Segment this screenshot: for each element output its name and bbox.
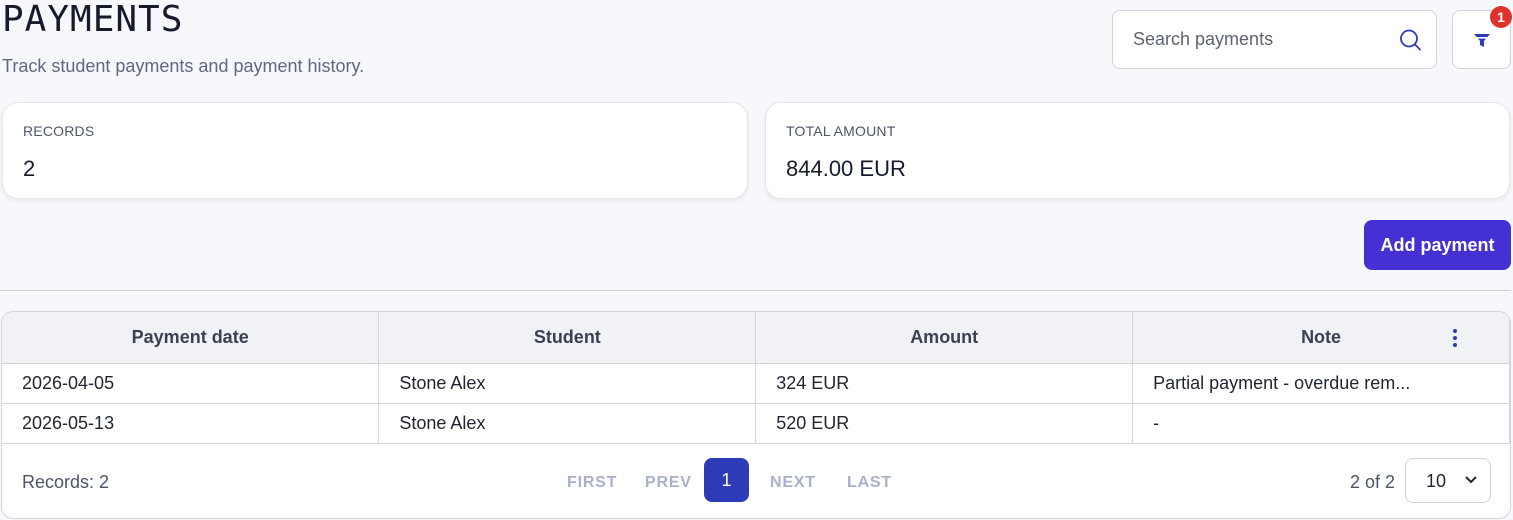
cell-amount: 520 EUR — [755, 403, 1134, 444]
cell-payment-date: 2026-05-13 — [2, 403, 380, 444]
kebab-menu-icon[interactable] — [1445, 327, 1465, 349]
page-title: PAYMENTS — [2, 0, 184, 40]
total-amount-stat-card: TOTAL AMOUNT 844.00 EUR — [765, 102, 1510, 199]
records-count-text: Records: 2 — [22, 472, 110, 492]
page-size-value: 10 — [1426, 471, 1447, 491]
records-stat-value: 2 — [23, 156, 36, 181]
table-row[interactable]: 2026-04-05 Stone Alex 324 EUR Partial pa… — [2, 363, 1510, 404]
funnel-icon — [1473, 33, 1490, 47]
table-footer: Records: 2 FIRST PREV 1 NEXT LAST 2 of 2… — [2, 442, 1510, 518]
total-amount-label: TOTAL AMOUNT — [786, 123, 896, 139]
column-header-payment-date[interactable]: Payment date — [2, 312, 380, 364]
cell-student: Stone Alex — [378, 403, 757, 444]
search-box[interactable] — [1112, 10, 1437, 69]
pager-next-button[interactable]: NEXT — [770, 474, 816, 492]
cell-student: Stone Alex — [378, 363, 757, 404]
table-header-row: Payment date Student Amount Note — [2, 312, 1510, 364]
pager-current-page[interactable]: 1 — [704, 458, 749, 502]
filter-button[interactable]: 1 — [1452, 6, 1512, 69]
page-size-select[interactable]: 10 — [1405, 458, 1491, 503]
column-header-note-label: Note — [1301, 326, 1342, 347]
search-icon[interactable] — [1398, 28, 1422, 52]
records-stat-label: RECORDS — [23, 123, 95, 139]
pager-prev-button[interactable]: PREV — [645, 474, 692, 492]
table-row[interactable]: 2026-05-13 Stone Alex 520 EUR - — [2, 403, 1510, 444]
chevron-down-icon — [1465, 476, 1477, 484]
records-stat-card: RECORDS 2 — [2, 102, 748, 199]
search-input[interactable] — [1133, 11, 1393, 68]
page-subtitle: Track student payments and payment histo… — [2, 56, 365, 76]
column-header-amount[interactable]: Amount — [755, 312, 1134, 364]
section-divider — [0, 290, 1511, 291]
cell-amount: 324 EUR — [755, 363, 1134, 404]
pager-last-button[interactable]: LAST — [847, 474, 892, 492]
column-header-note[interactable]: Note — [1132, 312, 1510, 364]
cell-note: Partial payment - overdue rem... — [1132, 363, 1510, 404]
column-header-student[interactable]: Student — [378, 312, 757, 364]
filter-count-badge: 1 — [1490, 6, 1512, 28]
cell-payment-date: 2026-04-05 — [2, 363, 380, 404]
payments-table: Payment date Student Amount Note 2026-04… — [1, 311, 1511, 519]
cell-note: - — [1132, 403, 1510, 444]
pager-first-button[interactable]: FIRST — [567, 474, 617, 492]
page-range-text: 2 of 2 — [1350, 472, 1396, 492]
total-amount-value: 844.00 EUR — [786, 156, 906, 181]
add-payment-button[interactable]: Add payment — [1364, 220, 1511, 270]
